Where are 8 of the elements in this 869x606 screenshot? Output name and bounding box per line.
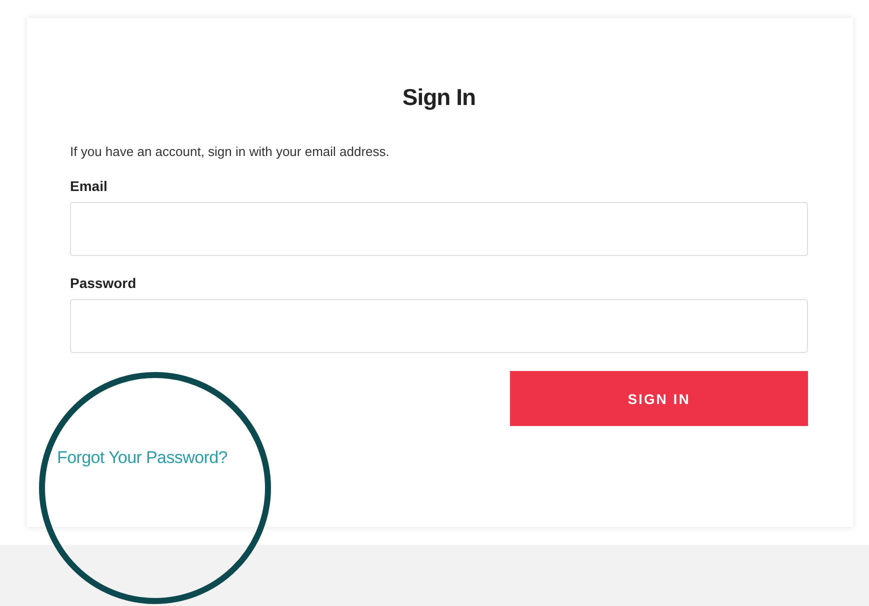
input-field[interactable] (70, 202, 808, 256)
form-title: Sign In (402, 84, 476, 111)
field-label: Password (70, 275, 136, 291)
input-field[interactable] (70, 299, 808, 353)
field-label: Email (70, 178, 108, 194)
intro-text: If you have an account, sign in with your email address. (70, 144, 390, 159)
sign-in-button[interactable]: SIGN IN (510, 371, 808, 426)
forgot-password-link[interactable]: Forgot Your Password? (57, 448, 228, 468)
